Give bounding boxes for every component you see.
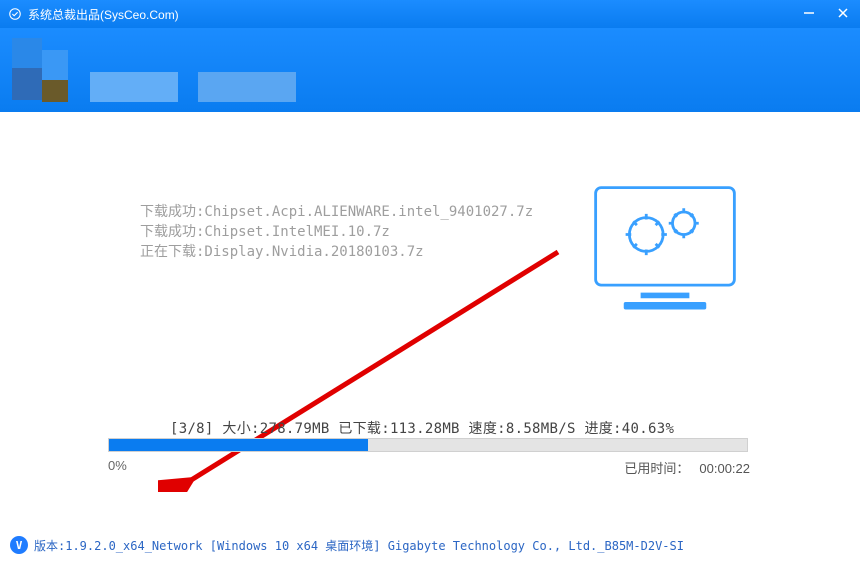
titlebar: 系统总裁出品(SysCeo.Com) — [0, 0, 860, 28]
speed-label: 速度: — [469, 421, 506, 437]
window-title: 系统总裁出品(SysCeo.Com) — [28, 6, 179, 23]
elapsed-label: 已用时间： — [624, 461, 689, 476]
downloaded-label: 已下载: — [338, 421, 390, 437]
minimize-button[interactable] — [798, 4, 820, 22]
app-logo-icon — [8, 7, 22, 21]
blurred-artwork — [12, 38, 300, 102]
downloaded-value: 113.28MB — [390, 421, 460, 437]
footer-text: 版本:1.9.2.0_x64_Network [Windows 10 x64 桌… — [34, 537, 684, 554]
speed-value: 8.58MB/S — [506, 421, 576, 437]
app-window: 系统总裁出品(SysCeo.Com) 下载成功:Chipset.Acpi.ALI… — [0, 0, 860, 564]
progress-value: 40.63% — [622, 421, 674, 437]
stats-line: [3/8] 大小:278.79MB 已下载:113.28MB 速度:8.58MB… — [170, 418, 674, 438]
header-banner — [0, 28, 860, 112]
size-value: 278.79MB — [260, 421, 330, 437]
progress-left-label: 0% — [108, 458, 127, 473]
close-button[interactable] — [832, 4, 854, 22]
log-line: 下载成功:Chipset.IntelMEI.10.7z — [140, 222, 570, 242]
log-line: 下载成功:Chipset.Acpi.ALIENWARE.intel_940102… — [140, 202, 570, 222]
elapsed-time: 已用时间： 00:00:22 — [624, 458, 750, 477]
annotation-arrow — [158, 242, 578, 492]
download-log: 下载成功:Chipset.Acpi.ALIENWARE.intel_940102… — [140, 202, 570, 262]
log-line: 正在下载:Display.Nvidia.20180103.7z — [140, 242, 570, 262]
progress-fill — [109, 439, 368, 451]
progress-bar — [108, 438, 748, 452]
computer-icon — [590, 182, 740, 322]
window-controls — [798, 4, 854, 22]
size-label: 大小: — [222, 421, 259, 437]
progress-label: 进度: — [584, 421, 621, 437]
footer-bar: V 版本:1.9.2.0_x64_Network [Windows 10 x64… — [10, 536, 684, 554]
elapsed-value: 00:00:22 — [699, 461, 750, 476]
version-badge-icon: V — [10, 536, 28, 554]
content-area: 下载成功:Chipset.Acpi.ALIENWARE.intel_940102… — [0, 112, 860, 524]
file-counter: [3/8] — [170, 421, 214, 437]
